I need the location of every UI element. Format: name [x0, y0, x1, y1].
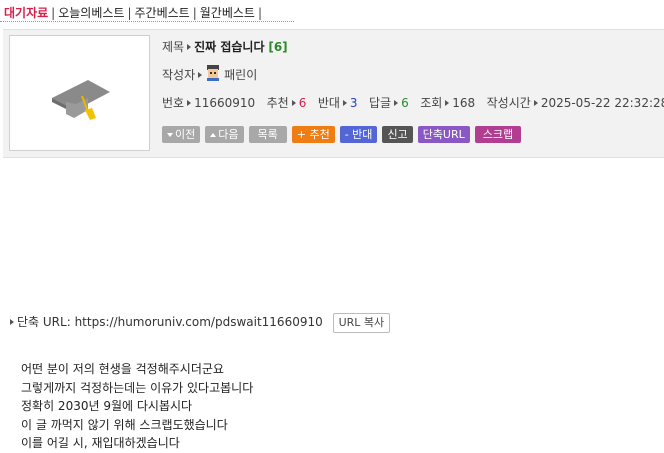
number-label: 번호	[162, 96, 185, 110]
author-name[interactable]: 패린이	[224, 68, 257, 82]
report-button[interactable]: 신고	[382, 126, 413, 143]
graduation-cap-icon	[52, 80, 110, 120]
tab-separator: |	[51, 6, 56, 20]
tabs-divider	[0, 21, 294, 22]
scrap-button[interactable]: 스크랩	[474, 126, 522, 143]
arrow-icon	[198, 72, 203, 78]
author-label: 작성자	[162, 68, 196, 82]
comment-count[interactable]: [6]	[268, 40, 287, 54]
content-line: 정확히 2030년 9월에 다시봅시다	[21, 399, 193, 413]
arrow-icon	[10, 319, 14, 325]
post-actions: 이전 다음 목록 + 추천 - 반대 신고 단축URL 스크랩	[162, 126, 526, 143]
tab-separator: |	[257, 6, 263, 20]
time-label: 작성시간	[486, 96, 531, 110]
triangle-up-icon	[210, 133, 217, 137]
post-info-box: 제목 진짜 접습니다 [6] 작성자 패린이 번호 11660910 추천 6 반대 3…	[3, 29, 664, 158]
stats-row: 번호 11660910 추천 6 반대 3 답글 6 조회 168 작성시간 2025-05…	[162, 94, 664, 112]
list-button[interactable]: 목록	[248, 126, 287, 143]
recommend-count: 6	[298, 96, 307, 110]
next-button[interactable]: 다음	[205, 126, 244, 143]
content-line: 그렇게까지 걱정하는데는 이유가 있다고봅니다	[21, 380, 254, 395]
views-label: 조회	[420, 96, 443, 110]
short-url-label: 단축 URL:	[17, 315, 71, 329]
arrow-icon	[291, 100, 296, 106]
next-label: 다음	[218, 128, 239, 141]
reply-count: 6	[401, 96, 409, 110]
content-line: 어떤 분이 저의 현생을 걱정해주시더군요	[21, 362, 224, 376]
tab-today-best[interactable]: 오늘의베스트	[58, 6, 124, 20]
url-copy-button[interactable]: URL 복사	[332, 312, 391, 333]
arrow-icon	[533, 100, 538, 106]
post-time: 2025-05-22 22:32:28	[540, 96, 664, 110]
user-level-icon	[207, 65, 220, 81]
title-row: 제목 진짜 접습니다 [6]	[162, 38, 288, 56]
post-content: 어떤 분이 저의 현생을 걱정해주시더군요 그렇게까지 걱정하는데는 이유가 있…	[21, 360, 253, 453]
tab-monthly-best[interactable]: 월간베스트	[200, 6, 255, 20]
arrow-icon	[187, 44, 192, 50]
arrow-icon	[342, 100, 347, 106]
arrow-icon	[445, 100, 450, 106]
post-number: 11660910	[194, 96, 256, 110]
triangle-down-icon	[167, 133, 173, 137]
prev-label: 이전	[175, 128, 196, 141]
oppose-label: 반대	[317, 96, 340, 110]
short-url-link[interactable]: https://humoruniv.com/pdswait11660910	[75, 315, 323, 329]
short-url-row: 단축 URL: https://humoruniv.com/pdswait116…	[10, 312, 391, 333]
post-title: 진짜 접습니다	[194, 40, 265, 54]
tab-waiting[interactable]: 대기자료	[4, 6, 48, 20]
board-tabs: 대기자료 | 오늘의베스트 | 주간베스트 | 월간베스트 |	[4, 4, 265, 20]
oppose-count: 3	[349, 96, 358, 110]
short-url-button[interactable]: 단축URL	[417, 126, 470, 143]
tab-separator: |	[127, 6, 132, 20]
tab-separator: |	[192, 6, 197, 20]
views-count: 168	[452, 96, 476, 110]
prev-button[interactable]: 이전	[162, 126, 201, 143]
title-label: 제목	[162, 40, 185, 54]
recommend-label: 추천	[266, 96, 289, 110]
author-row: 작성자 패린이	[162, 65, 257, 83]
oppose-button[interactable]: - 반대	[339, 126, 378, 143]
content-line: 이 글 까먹지 않기 위해 스크랩도했습니다	[21, 417, 228, 432]
arrow-icon	[187, 100, 192, 106]
content-line: 이를 어길 시, 재입대하겠습니다	[21, 436, 180, 450]
reply-label: 답글	[369, 96, 392, 110]
tab-weekly-best[interactable]: 주간베스트	[135, 6, 190, 20]
arrow-icon	[394, 100, 399, 106]
post-thumbnail	[9, 35, 150, 151]
recommend-button[interactable]: + 추천	[291, 126, 335, 143]
